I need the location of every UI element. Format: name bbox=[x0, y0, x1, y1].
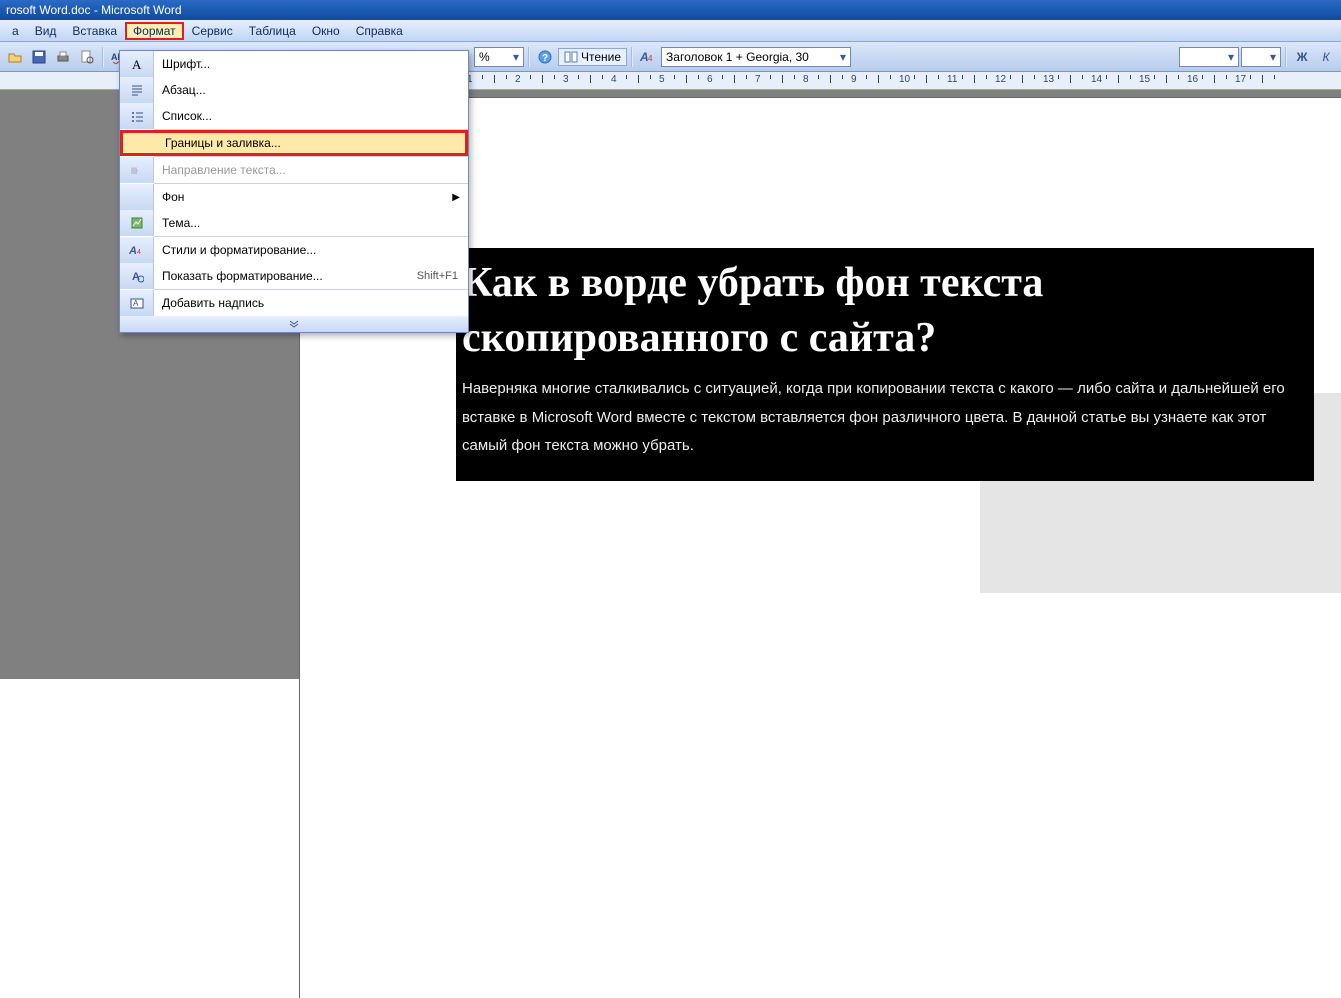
menubar: а Вид Вставка Формат Сервис Таблица Окно… bbox=[0, 20, 1341, 42]
menu-item-reveal-formatting[interactable]: A Показать форматирование... Shift+F1 bbox=[120, 263, 468, 289]
selected-text-block[interactable]: Как в ворде убрать фон текста скопирован… bbox=[456, 248, 1314, 481]
help-button[interactable]: ? bbox=[534, 46, 556, 68]
svg-text:A: A bbox=[133, 299, 139, 308]
menu-format[interactable]: Формат bbox=[125, 22, 184, 40]
menu-help[interactable]: Справка bbox=[348, 22, 411, 40]
chevron-down-icon bbox=[289, 320, 299, 328]
open-button[interactable] bbox=[4, 46, 26, 68]
bold-button[interactable]: Ж bbox=[1291, 46, 1313, 68]
menu-expand-button[interactable] bbox=[120, 316, 468, 332]
menu-table[interactable]: Таблица bbox=[241, 22, 304, 40]
menu-view[interactable]: Вид bbox=[27, 22, 65, 40]
textbox-icon: A bbox=[120, 290, 154, 316]
print-button[interactable] bbox=[52, 46, 74, 68]
menu-item-theme[interactable]: Тема... bbox=[120, 210, 468, 236]
styles-icon: A4 bbox=[120, 237, 154, 263]
font-icon: A bbox=[120, 51, 154, 77]
menu-tools[interactable]: Сервис bbox=[184, 22, 241, 40]
menu-item-text-direction: llŀ Направление текста... bbox=[120, 157, 468, 183]
menu-item-paragraph[interactable]: Абзац... bbox=[120, 77, 468, 103]
blank-icon bbox=[123, 130, 157, 156]
svg-text:A: A bbox=[129, 245, 137, 257]
theme-icon bbox=[120, 210, 154, 236]
document-body[interactable]: Наверняка многие сталкивались с ситуацие… bbox=[456, 375, 1314, 461]
paragraph-icon bbox=[120, 77, 154, 103]
svg-text:A: A bbox=[132, 57, 142, 71]
italic-button[interactable]: К bbox=[1315, 46, 1337, 68]
text-direction-icon: llŀ bbox=[120, 157, 154, 183]
style-icon[interactable]: A4 bbox=[637, 46, 659, 68]
menu-item-borders-shading[interactable]: Границы и заливка... bbox=[120, 130, 468, 156]
blank-icon bbox=[120, 184, 154, 210]
menu-window[interactable]: Окно bbox=[304, 22, 348, 40]
reveal-icon: A bbox=[120, 263, 154, 289]
menu-insert[interactable]: Вставка bbox=[64, 22, 125, 40]
style-combo[interactable]: Заголовок 1 + Georgia, 30▾ bbox=[661, 47, 851, 67]
print-preview-button[interactable] bbox=[76, 46, 98, 68]
menu-item-font[interactable]: A Шрифт... bbox=[120, 51, 468, 77]
svg-text:?: ? bbox=[542, 53, 548, 64]
svg-text:4: 4 bbox=[137, 249, 141, 256]
menu-file[interactable]: а bbox=[4, 22, 27, 40]
window-title: rosoft Word.doc - Microsoft Word bbox=[6, 3, 182, 17]
zoom-combo[interactable]: %▾ bbox=[474, 47, 524, 67]
list-icon bbox=[120, 103, 154, 129]
menu-item-add-textbox[interactable]: A Добавить надпись bbox=[120, 290, 468, 316]
menu-item-styles[interactable]: A4 Стили и форматирование... bbox=[120, 237, 468, 263]
svg-text:4: 4 bbox=[648, 54, 653, 63]
svg-text:llŀ: llŀ bbox=[131, 166, 138, 176]
size-combo[interactable]: ▾ bbox=[1241, 47, 1281, 67]
reading-mode-button[interactable]: Чтение bbox=[558, 48, 627, 66]
book-icon bbox=[564, 51, 578, 63]
save-button[interactable] bbox=[28, 46, 50, 68]
submenu-arrow-icon: ▶ bbox=[452, 192, 468, 203]
document-heading[interactable]: Как в ворде убрать фон текста скопирован… bbox=[456, 256, 1314, 375]
font-combo[interactable]: ▾ bbox=[1179, 47, 1239, 67]
menu-item-list[interactable]: Список... bbox=[120, 103, 468, 129]
window-titlebar: rosoft Word.doc - Microsoft Word bbox=[0, 0, 1341, 20]
menu-item-background[interactable]: Фон ▶ bbox=[120, 184, 468, 210]
format-menu-dropdown: A Шрифт... Абзац... Список... Границы и … bbox=[119, 50, 469, 333]
